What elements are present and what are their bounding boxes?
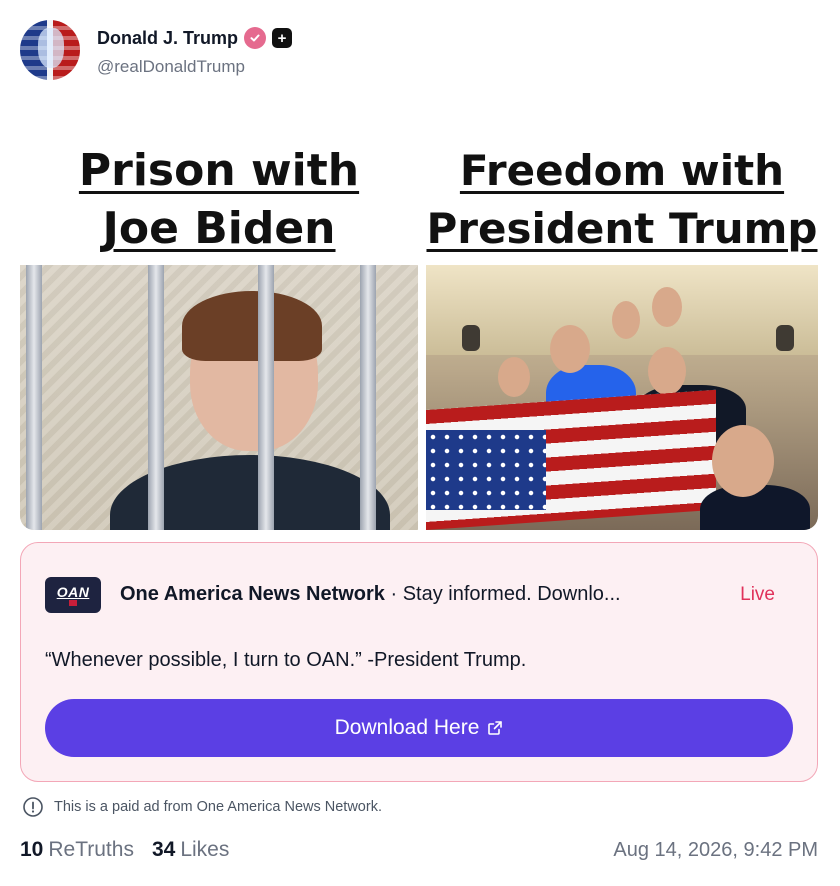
download-button-label: Download Here xyxy=(334,716,480,739)
author-handle[interactable]: @realDonaldTrump xyxy=(97,57,292,77)
left-headline-line2: Joe Biden xyxy=(102,203,336,254)
retruths-stat[interactable]: 10 ReTruths xyxy=(20,838,134,862)
likes-label: Likes xyxy=(180,838,230,861)
paid-ad-disclaimer: This is a paid ad from One America News … xyxy=(22,796,382,818)
cage-bar xyxy=(26,265,42,530)
left-headline: Prison with Joe Biden xyxy=(20,142,418,258)
info-icon xyxy=(23,797,43,817)
disclaimer-text: This is a paid ad from One America News … xyxy=(54,799,382,815)
cage-bar xyxy=(148,265,164,530)
cabin-window xyxy=(462,325,480,351)
person-face xyxy=(648,347,686,395)
live-badge: Live xyxy=(740,584,775,605)
right-headline-line2: President Trump xyxy=(426,204,818,253)
retruths-count: 10 xyxy=(20,838,44,861)
person-hair xyxy=(182,291,322,361)
flag-canton xyxy=(426,430,546,510)
cage-bar xyxy=(258,265,274,530)
sponsored-ad-card[interactable]: OAN One America News Network · Stay info… xyxy=(20,542,818,782)
retruths-label: ReTruths xyxy=(48,838,134,861)
post-header: Donald J. Trump + @realDonaldTrump xyxy=(20,20,293,80)
person-face xyxy=(550,325,590,373)
media-right-panel: Freedom with President Trump xyxy=(426,128,818,530)
display-name-row: Donald J. Trump + xyxy=(97,27,293,49)
prison-photo xyxy=(20,265,418,530)
avatar[interactable] xyxy=(20,20,80,80)
oan-logo-stripe xyxy=(69,599,77,606)
plus-icon: + xyxy=(272,28,293,48)
ad-tagline: Stay informed. Downlo... xyxy=(402,583,621,605)
author-info: Donald J. Trump + @realDonaldTrump xyxy=(97,27,293,77)
likes-stat[interactable]: 34 Likes xyxy=(152,838,229,862)
author-display-name[interactable]: Donald J. Trump xyxy=(97,28,238,49)
right-headline-line1: Freedom with xyxy=(459,146,785,195)
verified-icon xyxy=(244,27,267,49)
cabin-window xyxy=(776,325,794,351)
avatar-face xyxy=(38,28,64,68)
oan-logo: OAN xyxy=(45,577,101,613)
person-face xyxy=(612,301,640,339)
download-here-button[interactable]: Download Here xyxy=(45,699,793,757)
post-media[interactable]: Prison with Joe Biden Freedom with Presi… xyxy=(20,128,818,530)
person-face xyxy=(498,357,530,397)
ad-quote: “Whenever possible, I turn to OAN.” -Pre… xyxy=(45,649,527,671)
cage-bar xyxy=(360,265,376,530)
right-headline: Freedom with President Trump xyxy=(426,142,818,258)
left-headline-line1: Prison with xyxy=(78,145,360,196)
media-left-panel: Prison with Joe Biden xyxy=(20,128,418,530)
likes-count: 34 xyxy=(151,838,176,861)
external-link-icon xyxy=(488,721,503,735)
ad-advertiser: One America News Network xyxy=(120,583,385,605)
person-face xyxy=(712,425,774,497)
freedom-photo xyxy=(426,265,818,530)
ad-separator: · xyxy=(384,583,403,605)
post-timestamp[interactable]: Aug 14, 2026, 9:42 PM xyxy=(613,839,818,862)
ad-title: One America News Network · Stay informed… xyxy=(120,583,621,606)
oan-logo-text: OAN xyxy=(56,583,90,600)
post-stats: 10 ReTruths 34 Likes xyxy=(20,838,229,862)
person-face xyxy=(652,287,682,327)
